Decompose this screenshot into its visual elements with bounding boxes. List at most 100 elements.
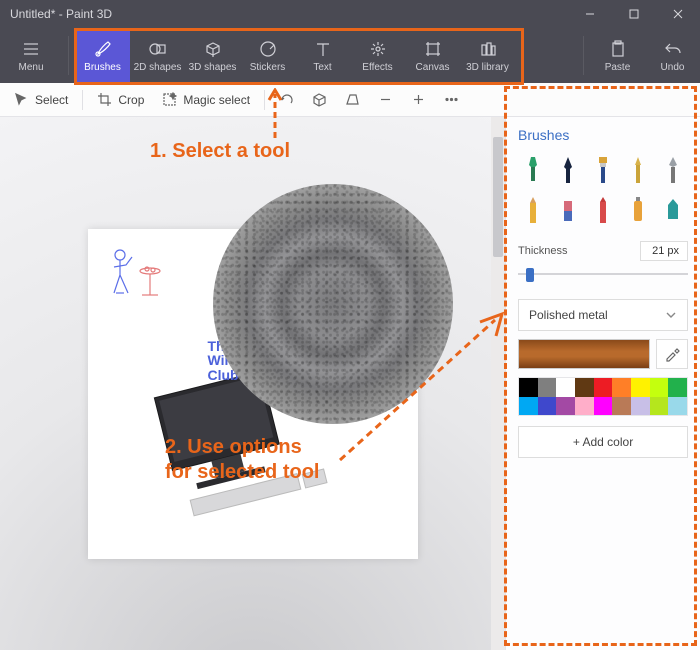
palette-swatch[interactable] [594,378,613,397]
rotate-left-button[interactable] [271,88,302,111]
palette-swatch[interactable] [594,397,613,416]
paste-button[interactable]: Paste [590,28,645,83]
color-palette [518,377,688,416]
magic-select-label: Magic select [183,93,250,107]
tool-label: 2D shapes [134,62,182,73]
minus-icon [378,92,393,107]
tool-3d-shapes[interactable]: 3D shapes [185,28,240,83]
palette-swatch[interactable] [538,397,557,416]
chevron-down-icon [665,309,677,321]
palette-swatch[interactable] [575,378,594,397]
brush-eraser[interactable] [553,193,584,227]
effects-icon [369,39,387,59]
canvas-brush-stroke [213,184,453,424]
current-color-swatch[interactable] [518,339,650,369]
tool-label: Canvas [416,62,450,73]
palette-swatch[interactable] [519,378,538,397]
brush-pixel-pen[interactable] [657,153,688,187]
tool-2d-shapes[interactable]: 2D shapes [130,28,185,83]
tool-stickers[interactable]: Stickers [240,28,295,83]
palette-swatch[interactable] [556,378,575,397]
select-button[interactable]: Select [6,88,76,111]
scrollbar-thumb[interactable] [493,137,503,257]
tool-3d-library[interactable]: 3D library [460,28,515,83]
vertical-scrollbar[interactable] [491,117,505,650]
thickness-value[interactable]: 21 px [640,241,688,261]
tool-label: 3D shapes [189,62,237,73]
zoom-in-button[interactable] [403,88,434,111]
titlebar: Untitled* - Paint 3D [0,0,700,28]
palette-swatch[interactable] [650,397,669,416]
brush-watercolor[interactable] [622,153,653,187]
secondary-toolbar: Select Crop Magic select [0,83,700,117]
add-color-button[interactable]: + Add color [518,426,688,458]
side-panel: Brushes Thickness 21 px Polished metal +… [505,117,700,650]
tool-label: 3D library [466,62,509,73]
paste-label: Paste [605,62,631,73]
perspective-button[interactable] [337,88,368,111]
window-title: Untitled* - Paint 3D [10,7,112,21]
more-icon [444,92,459,107]
material-select[interactable]: Polished metal [518,299,688,331]
crop-label: Crop [118,93,144,107]
material-label: Polished metal [529,308,608,322]
more-button[interactable] [436,88,467,111]
palette-swatch[interactable] [612,378,631,397]
workspace[interactable]: The Windows Club [0,117,505,650]
maximize-button[interactable] [612,0,656,28]
close-button[interactable] [656,0,700,28]
toolbar-divider [583,36,584,75]
undo-button[interactable]: Undo [645,28,700,83]
main-toolbar: Menu Brushes 2D shapes 3D shapes Sticker… [0,28,700,83]
tool-canvas[interactable]: Canvas [405,28,460,83]
tool-label: Effects [362,62,392,73]
palette-swatch[interactable] [519,397,538,416]
undo-label: Undo [661,62,685,73]
hamburger-icon [22,39,40,59]
palette-swatch[interactable] [538,378,557,397]
palette-swatch[interactable] [631,378,650,397]
palette-swatch[interactable] [556,397,575,416]
canvas-drawing-person [102,243,172,313]
tool-label: Brushes [84,62,121,73]
thickness-slider[interactable] [518,265,688,283]
tool-effects[interactable]: Effects [350,28,405,83]
tool-label: Text [313,62,331,73]
brush-crayon[interactable] [588,193,619,227]
brush-icon [94,39,112,59]
undo-icon [664,39,682,59]
palette-swatch[interactable] [668,378,687,397]
palette-swatch[interactable] [612,397,631,416]
slider-thumb[interactable] [526,268,534,282]
view-3d-button[interactable] [304,88,335,111]
library-icon [479,39,497,59]
brush-marker[interactable] [518,153,549,187]
brush-oil-brush[interactable] [588,153,619,187]
menu-button[interactable]: Menu [0,28,62,83]
canvas-icon [424,39,442,59]
canvas-area[interactable]: The Windows Club [88,229,418,559]
zoom-out-button[interactable] [370,88,401,111]
brush-calligraphy-pen[interactable] [553,153,584,187]
palette-swatch[interactable] [631,397,650,416]
palette-swatch[interactable] [650,378,669,397]
palette-swatch[interactable] [575,397,594,416]
brush-spray-can[interactable] [622,193,653,227]
tool-brushes[interactable]: Brushes [75,28,130,83]
magic-select-icon [162,92,177,107]
paste-icon [609,39,627,59]
brush-fill[interactable] [657,193,688,227]
toolbar-divider [68,36,69,75]
rotate-icon [279,92,294,107]
side-panel-title: Brushes [518,127,688,143]
brush-pencil[interactable] [518,193,549,227]
tool-label: Stickers [250,62,286,73]
crop-button[interactable]: Crop [89,88,152,111]
palette-swatch[interactable] [668,397,687,416]
tool-text[interactable]: Text [295,28,350,83]
cube-icon [312,92,327,107]
plus-icon [411,92,426,107]
eyedropper-button[interactable] [656,339,688,369]
magic-select-button[interactable]: Magic select [154,88,258,111]
minimize-button[interactable] [568,0,612,28]
